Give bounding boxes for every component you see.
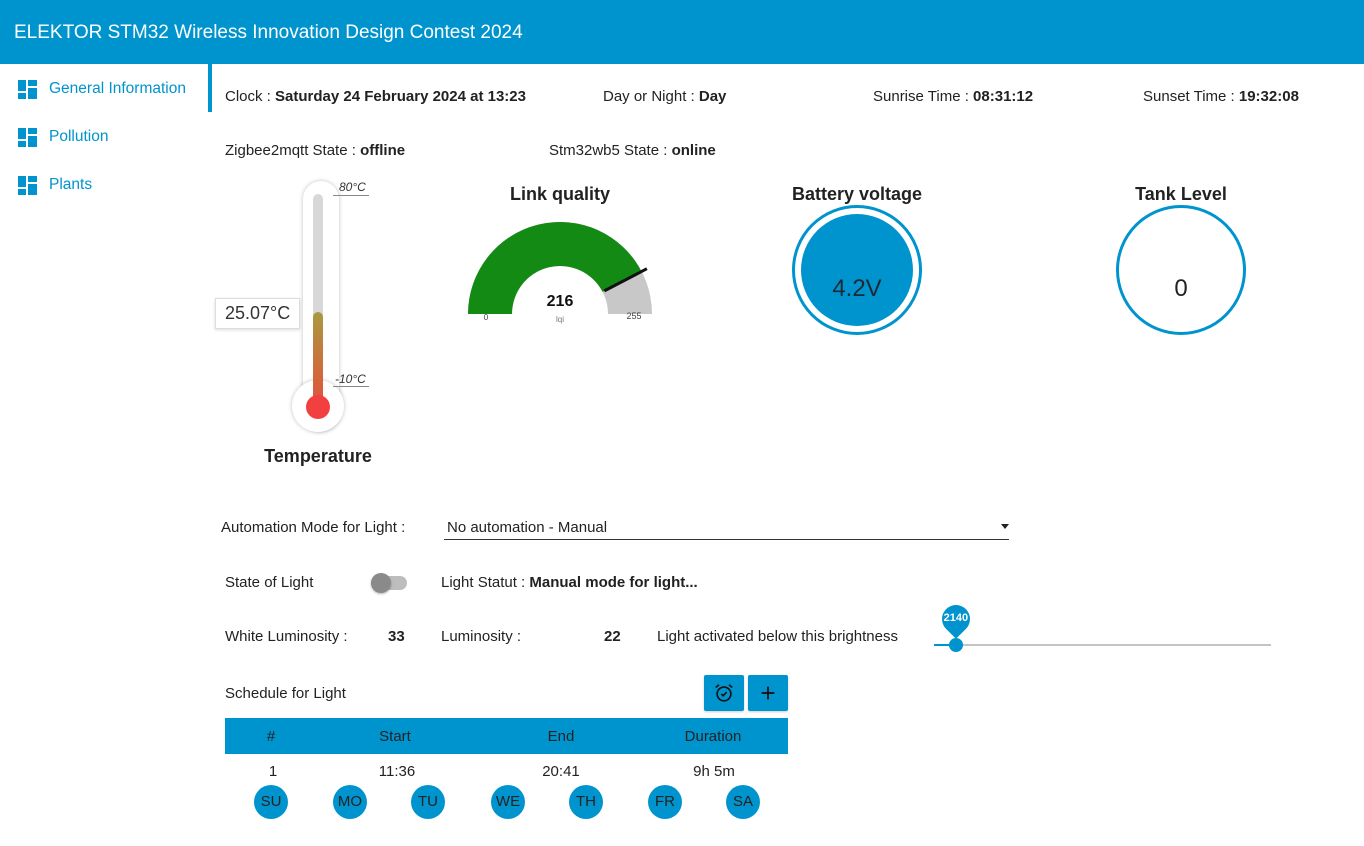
column-header-end: End (547, 728, 575, 745)
link-quality-title: Link quality (509, 184, 610, 204)
battery-title: Battery voltage (791, 184, 923, 204)
app-header: ELEKTOR STM32 Wireless Innovation Design… (0, 0, 1364, 64)
column-header-start: Start (379, 728, 411, 745)
schedule-table-header: # Start End Duration (225, 718, 788, 754)
clock-status: Clock : Saturday 24 February 2024 at 13:… (225, 88, 526, 105)
gauge-max-label: 255 (626, 311, 641, 321)
sunrise-value: 08:31:12 (973, 88, 1034, 105)
luminosity-value: 22 (604, 628, 621, 645)
thermometer-max-label: 80°C (339, 180, 366, 194)
sunrise-label: Sunrise Time : (873, 88, 974, 105)
zigbee-status: Zigbee2mqtt State : offline (225, 142, 405, 159)
tank-gauge: 0 (1116, 205, 1246, 335)
light-statut-label: Light Statut : (441, 574, 530, 591)
stm32-label: Stm32wb5 State : (549, 142, 672, 159)
zigbee-value: offline (360, 142, 406, 159)
thermometer-min-label: -10°C (335, 372, 366, 386)
dashboard-icon (18, 80, 37, 99)
day-toggle-friday[interactable]: FR (648, 785, 682, 819)
schedule-row-number: 1 (268, 763, 278, 780)
day-toggle-wednesday[interactable]: WE (491, 785, 525, 819)
sidebar-item-label: General Information (49, 80, 186, 97)
brightness-slider-thumb[interactable] (948, 638, 963, 652)
brightness-slider-rail[interactable] (934, 644, 1271, 646)
temperature-readout: 25.07°C (215, 298, 301, 329)
battery-value: 4.2V (832, 275, 882, 302)
gauge-value-text: 216 (547, 293, 574, 310)
tank-value: 0 (1174, 275, 1188, 302)
add-schedule-button[interactable] (748, 675, 788, 711)
light-statut: Light Statut : Manual mode for light... (441, 574, 698, 591)
sidebar-item-general-information[interactable]: General Information (0, 64, 212, 112)
thermometer-tick-max (333, 195, 369, 196)
temperature-title: Temperature (264, 446, 372, 466)
add-alarm-button[interactable] (704, 675, 744, 711)
sunset-value: 19:32:08 (1238, 88, 1299, 105)
sunset-label: Sunset Time : (1143, 88, 1239, 105)
chevron-down-icon[interactable] (1001, 524, 1009, 529)
plus-icon (761, 686, 775, 700)
automation-mode-underline (444, 539, 1009, 540)
sunset-status: Sunset Time : 19:32:08 (1143, 88, 1299, 105)
day-toggle-monday[interactable]: MO (333, 785, 367, 819)
battery-gauge: 4.2V (792, 205, 922, 335)
app-title: ELEKTOR STM32 Wireless Innovation Design… (14, 22, 523, 43)
stm32-status: Stm32wb5 State : online (549, 142, 716, 159)
zigbee-label: Zigbee2mqtt State : (225, 142, 361, 159)
link-quality-gauge: 216 lqi 0 255 (468, 222, 652, 324)
brightness-threshold-label: Light activated below this brightness (657, 628, 898, 645)
sunrise-status: Sunrise Time : 08:31:12 (873, 88, 1033, 105)
day-toggle-saturday[interactable]: SA (726, 785, 760, 819)
battery-fill (801, 214, 913, 326)
white-luminosity-label: White Luminosity : (225, 628, 348, 645)
tank-title: Tank Level (1135, 184, 1227, 204)
light-statut-value: Manual mode for light... (529, 574, 698, 591)
day-night-value: Day (698, 88, 727, 105)
dashboard-main: Clock : Saturday 24 February 2024 at 13:… (212, 64, 1364, 846)
day-toggle-tuesday[interactable]: TU (411, 785, 445, 819)
sidebar-item-label: Plants (49, 176, 93, 193)
schedule-row-duration: 9h 5m (693, 763, 735, 780)
schedule-row-start: 11:36 (378, 763, 416, 780)
day-toggle-thursday[interactable]: TH (569, 785, 603, 819)
thermometer-tick-min (333, 386, 369, 387)
dashboard-icon (18, 176, 37, 195)
stm32-value: online (671, 142, 716, 159)
dashboard-icon (18, 128, 37, 147)
luminosity-label: Luminosity : (441, 628, 522, 645)
day-toggle-sunday[interactable]: SU (254, 785, 288, 819)
day-night-label: Day or Night : (603, 88, 699, 105)
sidebar-item-pollution[interactable]: Pollution (0, 112, 212, 160)
gauge-min-label: 0 (484, 313, 489, 322)
sidebar-item-plants[interactable]: Plants (0, 160, 212, 208)
state-of-light-label: State of Light (225, 574, 314, 591)
light-toggle-thumb[interactable] (371, 573, 391, 593)
alarm-clock-icon (715, 684, 733, 702)
column-header-duration: Duration (684, 728, 742, 745)
sidebar-item-label: Pollution (49, 128, 109, 145)
automation-mode-label: Automation Mode for Light : (221, 519, 406, 536)
automation-mode-select[interactable]: No automation - Manual (447, 519, 992, 536)
gauge-unit: lqi (556, 315, 564, 324)
column-header-number: # (266, 728, 276, 745)
clock-value: Saturday 24 February 2024 at 13:23 (275, 88, 526, 105)
sidebar: General Information Pollution Plants (0, 64, 212, 846)
clock-label: Clock : (225, 88, 276, 105)
thermometer-ball (306, 395, 330, 419)
brightness-value-text: 2140 (943, 612, 969, 624)
schedule-row-end: 20:41 (542, 763, 580, 780)
white-luminosity-value: 33 (388, 628, 405, 645)
schedule-title: Schedule for Light (225, 685, 346, 702)
day-night-status: Day or Night : Day (603, 88, 726, 105)
